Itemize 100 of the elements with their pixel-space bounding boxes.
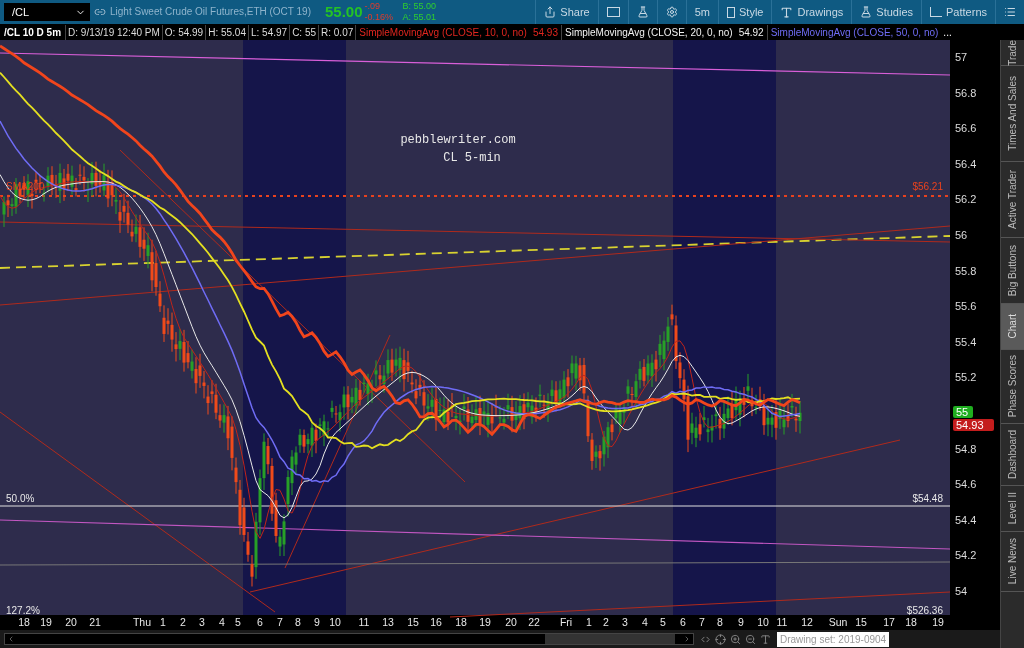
ohlc-field: C: 55 — [290, 24, 320, 40]
time-tick: 17 — [883, 616, 895, 628]
share-icon — [544, 6, 557, 18]
level-price: $56.21 — [912, 181, 943, 192]
time-tick: 11 — [358, 616, 370, 628]
time-tick: 15 — [855, 616, 867, 628]
flask-icon — [636, 6, 649, 18]
time-tick: 11 — [776, 616, 788, 628]
ohlc-field: H: 55.04 — [206, 24, 249, 40]
ohlc-field: D: 9/13/19 12:40 PM — [66, 24, 163, 40]
sidebar-tab[interactable]: Chart — [1001, 304, 1024, 350]
candle-icon — [727, 6, 735, 18]
time-tick: 5 — [660, 616, 666, 628]
time-tick: Thu — [132, 616, 152, 628]
sidebar-tab[interactable]: Trade — [1001, 40, 1024, 66]
price-tick: 55.2 — [955, 371, 977, 384]
time-tick: 7 — [699, 616, 705, 628]
settings-icon — [665, 6, 678, 18]
time-tick: 16 — [430, 616, 442, 628]
price-tick: 54.4 — [955, 513, 977, 526]
more-text: ... — [942, 25, 953, 40]
crosshair-icon[interactable] — [715, 633, 726, 645]
ohlc-field: O: 54.99 — [162, 24, 207, 40]
time-tick: Fri — [559, 616, 573, 628]
scroll-right-icon — [683, 635, 691, 643]
time-tick: 15 — [407, 616, 419, 628]
time-tick: 2 — [180, 616, 186, 628]
time-tick: 9 — [738, 616, 744, 628]
time-tick: 22 — [528, 616, 540, 628]
time-tick: 20 — [505, 616, 517, 628]
price-tick: 54.2 — [955, 549, 977, 562]
price-tick: 55.4 — [955, 335, 977, 348]
chart-label: /CL 10 D 5m — [0, 24, 67, 40]
percent-change: -0.16% — [364, 12, 395, 23]
last-price: 55.00 — [325, 3, 363, 21]
time-tick: 2 — [603, 616, 609, 628]
level-price: $526.36 — [906, 605, 943, 616]
time-tick: 12 — [801, 616, 813, 628]
scroll-left-icon — [7, 635, 15, 643]
net-change: -.09 — [364, 1, 382, 12]
screen-icon — [606, 7, 620, 17]
level-label: 50.0% — [6, 493, 35, 504]
ohlc-field: L: 54.97 — [248, 24, 291, 40]
time-tick: 9 — [314, 616, 320, 628]
time-tick: 18 — [455, 616, 467, 628]
chart-annotation: CL 5-min — [443, 151, 501, 165]
flask-icon — [860, 6, 873, 18]
time-tick: 5 — [235, 616, 241, 628]
time-tick: 4 — [642, 616, 648, 628]
pattern-icon — [930, 7, 943, 17]
time-tick: 6 — [257, 616, 263, 628]
time-tick: 18 — [18, 616, 30, 628]
zoom-in-icon[interactable] — [730, 633, 741, 645]
price-tick: 56.8 — [955, 86, 977, 99]
time-tick: 8 — [717, 616, 723, 628]
level-price: $54.48 — [912, 493, 943, 504]
text-icon[interactable] — [760, 633, 771, 645]
price-tick: 54.6 — [955, 478, 977, 491]
study-label: SimpleMovingAvg (CLOSE, 20, 0, no) — [564, 25, 734, 40]
symbol-field[interactable]: /CL — [4, 3, 90, 21]
chart-annotation: pebblewriter.com — [400, 133, 516, 147]
price-tick: 57 — [955, 51, 968, 63]
link-icon[interactable] — [94, 6, 106, 18]
time-tick: 19 — [932, 616, 944, 628]
price-tick: 54.8 — [955, 442, 977, 455]
price-tick: 56.2 — [955, 193, 977, 206]
time-tick: 4 — [219, 616, 225, 628]
level-label: 127.2% — [6, 605, 40, 616]
time-tick: 1 — [586, 616, 592, 628]
ohlc-field: R: 0.07 — [319, 24, 357, 40]
time-tick: 8 — [295, 616, 301, 628]
time-tick: 10 — [757, 616, 769, 628]
study-value: 54.93 — [529, 24, 562, 40]
time-tick: 19 — [40, 616, 52, 628]
price-tick: 55.8 — [955, 264, 977, 277]
time-tick: 7 — [277, 616, 283, 628]
time-tick: 18 — [905, 616, 917, 628]
time-tick: 1 — [160, 616, 166, 628]
bid-price: B: 55.00 — [402, 1, 438, 12]
price-tick: 56.4 — [955, 157, 977, 170]
price-tick: 56 — [955, 229, 968, 241]
price-tick: 56.6 — [955, 122, 977, 135]
time-tick: Sun — [828, 616, 848, 628]
study-value: 54.92 — [735, 24, 768, 40]
price-tick: 54 — [955, 585, 968, 597]
time-tick: 20 — [65, 616, 77, 628]
study-label: SimpleMovingAvg (CLOSE, 50, 0, no) — [769, 25, 940, 40]
time-tick: 13 — [382, 616, 394, 628]
menu-icon — [1004, 6, 1016, 18]
time-tick: 6 — [680, 616, 686, 628]
time-tick: 10 — [329, 616, 341, 628]
time-tick: 21 — [89, 616, 101, 628]
time-tick: 19 — [479, 616, 491, 628]
time-tick: 3 — [622, 616, 628, 628]
price-badge: 54.93 — [953, 419, 994, 431]
zoom-out-icon[interactable] — [745, 633, 756, 645]
instrument-description: Light Sweet Crude Oil Futures,ETH (OCT 19) — [110, 6, 311, 18]
study-label: SimpleMovingAvg (CLOSE, 10, 0, no) — [358, 25, 528, 40]
text-icon — [780, 5, 794, 19]
scrollbar[interactable] — [4, 633, 694, 645]
